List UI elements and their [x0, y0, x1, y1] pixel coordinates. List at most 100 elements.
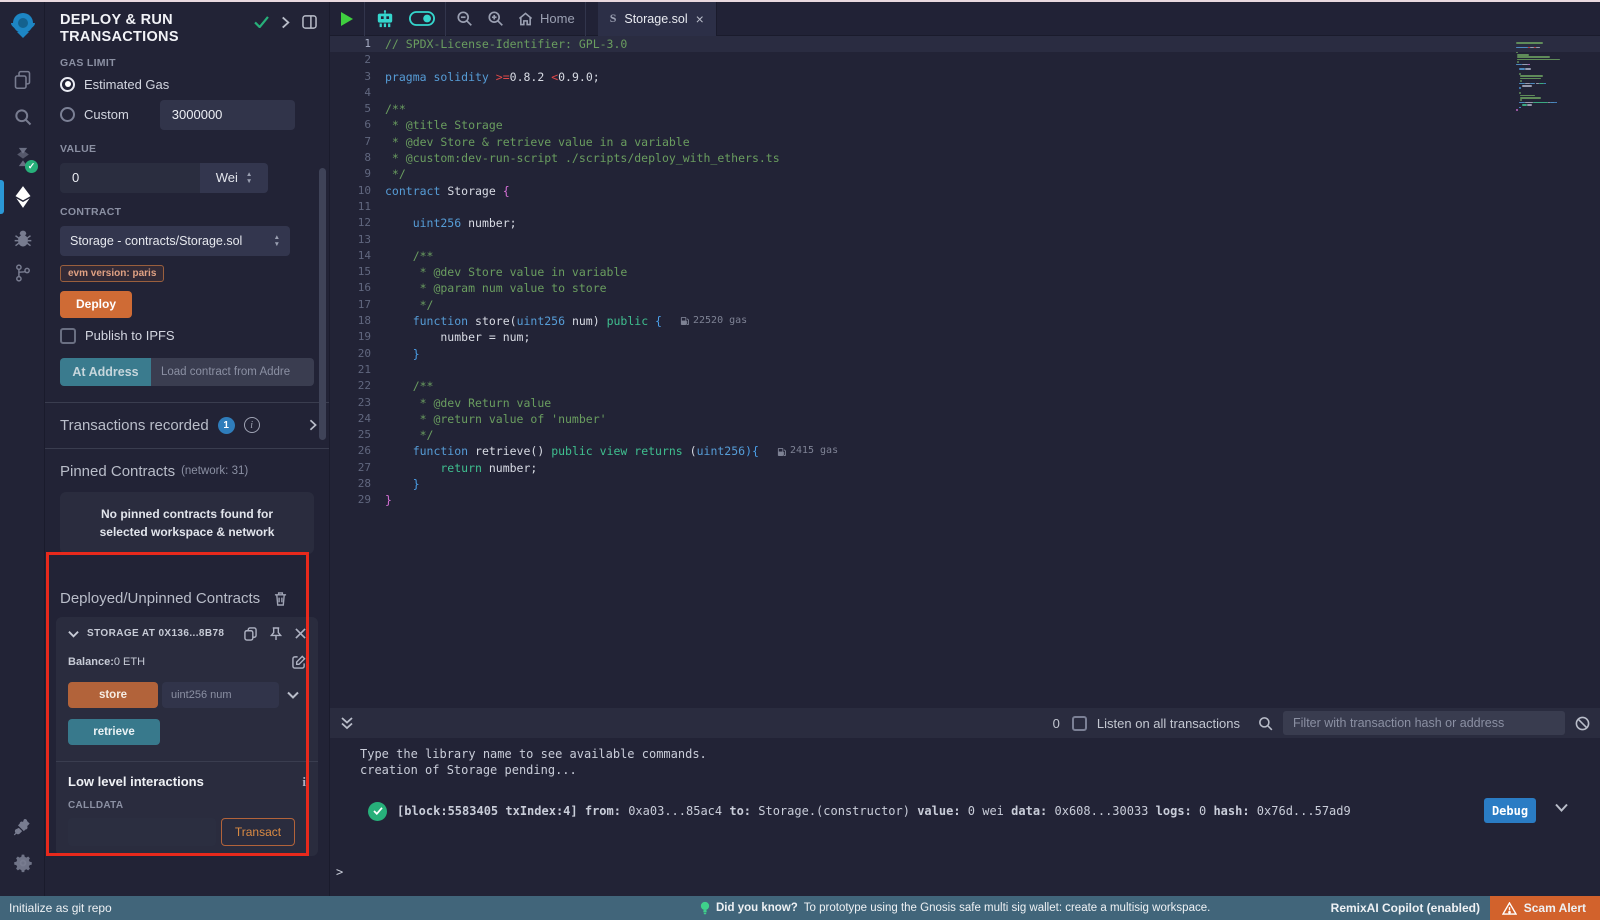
- at-address-input[interactable]: [151, 358, 314, 386]
- tab-storage-sol[interactable]: S Storage.sol ×: [598, 2, 717, 36]
- deploy-button[interactable]: Deploy: [60, 291, 132, 318]
- sidebar-item-git[interactable]: [0, 254, 45, 292]
- tab-label: Storage.sol: [624, 12, 687, 26]
- custom-gas-option[interactable]: Custom: [60, 100, 314, 130]
- listen-all-label: Listen on all transactions: [1097, 716, 1240, 731]
- sidebar-item-plugin-manager[interactable]: [0, 808, 45, 846]
- terminal-filter-input[interactable]: [1283, 711, 1565, 735]
- contract-select[interactable]: Storage - contracts/Storage.sol ▲▼: [60, 226, 290, 256]
- pin-icon[interactable]: [270, 627, 282, 641]
- code-line[interactable]: 5/**: [330, 101, 1600, 117]
- custom-gas-input[interactable]: [160, 100, 295, 130]
- contract-instance-title[interactable]: STORAGE AT 0X136...8B78: [87, 628, 224, 639]
- code-line[interactable]: 8 * @custom:dev-run-script ./scripts/dep…: [330, 150, 1600, 166]
- robot-ai-icon[interactable]: [375, 10, 395, 28]
- remix-logo[interactable]: [0, 6, 45, 46]
- chevron-right-icon[interactable]: [309, 419, 317, 431]
- copilot-toggle-icon[interactable]: [409, 11, 435, 26]
- code-line[interactable]: 23 * @dev Return value: [330, 395, 1600, 411]
- sidebar-item-file-explorer[interactable]: [0, 60, 45, 98]
- sidebar-item-solidity-compiler[interactable]: ✓: [0, 138, 45, 176]
- code-line[interactable]: 7 * @dev Store & retrieve value in a var…: [330, 134, 1600, 150]
- copilot-status[interactable]: RemixAI Copilot (enabled): [1331, 901, 1480, 915]
- code-line[interactable]: 15 * @dev Store value in variable: [330, 264, 1600, 280]
- code-line[interactable]: 25 */: [330, 427, 1600, 443]
- copy-icon[interactable]: [244, 627, 257, 641]
- terminal-prompt[interactable]: >: [336, 865, 343, 879]
- terminal-collapse-icon[interactable]: [340, 716, 354, 730]
- code-line[interactable]: 20 }: [330, 346, 1600, 362]
- code-line[interactable]: 19 number = num;: [330, 329, 1600, 345]
- terminal-line: Type the library name to see available c…: [360, 746, 1600, 762]
- estimated-gas-option[interactable]: Estimated Gas: [60, 77, 314, 92]
- code-editor[interactable]: 1// SPDX-License-Identifier: GPL-3.023pr…: [330, 36, 1600, 708]
- chevron-down-icon[interactable]: [287, 691, 299, 699]
- code-line[interactable]: 1// SPDX-License-Identifier: GPL-3.0: [330, 36, 1600, 52]
- code-line[interactable]: 12 uint256 number;: [330, 215, 1600, 231]
- code-line[interactable]: 11: [330, 199, 1600, 215]
- store-function-button[interactable]: store: [68, 682, 158, 708]
- panel-scrollbar[interactable]: [319, 168, 326, 440]
- sidebar-item-debugger[interactable]: [0, 220, 45, 258]
- calldata-input[interactable]: [68, 818, 216, 846]
- line-number: 16: [330, 280, 385, 296]
- git-init-status[interactable]: Initialize as git repo: [0, 901, 112, 915]
- value-input[interactable]: [60, 163, 200, 193]
- code-line[interactable]: 4: [330, 85, 1600, 101]
- debug-button[interactable]: Debug: [1484, 798, 1536, 823]
- editor-minimap[interactable]: [1516, 42, 1588, 111]
- at-address-button[interactable]: At Address: [60, 358, 151, 386]
- listen-all-checkbox[interactable]: [1072, 716, 1087, 731]
- code-line[interactable]: 21: [330, 362, 1600, 378]
- code-line[interactable]: 28 }: [330, 476, 1600, 492]
- sidebar-item-search[interactable]: [0, 98, 45, 136]
- code-line[interactable]: 14 /**: [330, 248, 1600, 264]
- trash-icon[interactable]: [274, 591, 287, 606]
- transact-button[interactable]: Transact: [221, 818, 295, 846]
- store-arg-input[interactable]: [162, 682, 279, 708]
- close-icon[interactable]: [295, 628, 306, 639]
- sidebar-item-deploy-run[interactable]: [0, 178, 45, 216]
- info-icon[interactable]: i: [302, 774, 306, 790]
- chevron-right-icon[interactable]: [281, 16, 290, 29]
- tab-close-icon[interactable]: ×: [696, 11, 704, 27]
- deploy-run-icon: [13, 185, 33, 209]
- code-line[interactable]: 26 function retrieve() public view retur…: [330, 443, 1600, 459]
- publish-ipfs-option[interactable]: Publish to IPFS: [60, 328, 314, 344]
- transaction-log-text: [block:5583405 txIndex:4] from: 0xa03...…: [397, 804, 1351, 818]
- transaction-log-row[interactable]: [block:5583405 txIndex:4] from: 0xa03...…: [330, 795, 1600, 827]
- run-script-icon[interactable]: [340, 11, 354, 27]
- retrieve-function-button[interactable]: retrieve: [68, 719, 160, 745]
- estimated-gas-radio[interactable]: [60, 77, 75, 92]
- code-line[interactable]: 17 */: [330, 297, 1600, 313]
- custom-gas-radio[interactable]: [60, 107, 75, 122]
- code-line[interactable]: 27 return number;: [330, 460, 1600, 476]
- home-tab[interactable]: Home: [518, 11, 575, 26]
- zoom-in-icon[interactable]: [487, 10, 504, 27]
- code-line[interactable]: 24 * @return value of 'number': [330, 411, 1600, 427]
- ban-icon[interactable]: [1575, 716, 1590, 731]
- code-line[interactable]: 13: [330, 232, 1600, 248]
- chevron-down-icon[interactable]: [1555, 803, 1568, 812]
- scam-alert-badge[interactable]: Scam Alert: [1490, 896, 1600, 920]
- value-unit-select[interactable]: Wei ▲▼: [200, 163, 268, 193]
- chevron-down-icon[interactable]: [68, 630, 79, 638]
- code-line[interactable]: 6 * @title Storage: [330, 117, 1600, 133]
- code-line[interactable]: 18 function store(uint256 num) public {2…: [330, 313, 1600, 329]
- transactions-recorded-row[interactable]: Transactions recorded 1 i: [45, 403, 329, 448]
- terminal[interactable]: Type the library name to see available c…: [330, 738, 1600, 896]
- code-line[interactable]: 22 /**: [330, 378, 1600, 394]
- sidebar-item-settings[interactable]: [0, 844, 45, 882]
- split-view-icon[interactable]: [302, 15, 317, 29]
- code-line[interactable]: 9 */: [330, 166, 1600, 182]
- code-line[interactable]: 10contract Storage {: [330, 183, 1600, 199]
- edit-icon[interactable]: [292, 655, 306, 669]
- window-top-edge: [0, 0, 1600, 2]
- zoom-out-icon[interactable]: [456, 10, 473, 27]
- publish-ipfs-checkbox[interactable]: [60, 328, 76, 344]
- info-icon[interactable]: i: [244, 417, 260, 433]
- code-line[interactable]: 3pragma solidity >=0.8.2 <0.9.0;: [330, 69, 1600, 85]
- code-line[interactable]: 29}: [330, 492, 1600, 508]
- code-line[interactable]: 16 * @param num value to store: [330, 280, 1600, 296]
- code-line[interactable]: 2: [330, 52, 1600, 68]
